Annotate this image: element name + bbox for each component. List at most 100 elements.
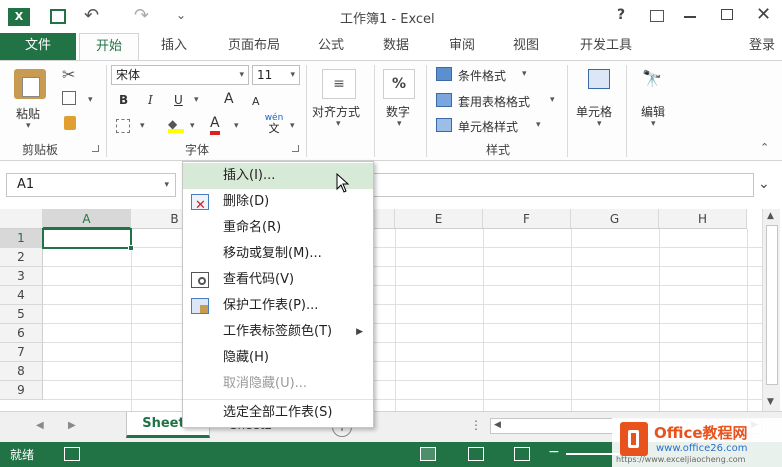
save-icon[interactable] [50, 9, 66, 24]
number-format-icon[interactable]: % [383, 69, 415, 99]
row-header[interactable]: 8 [0, 362, 43, 381]
copy-icon[interactable] [62, 91, 76, 105]
font-color-button[interactable]: A [210, 115, 220, 135]
paste-button[interactable]: 粘贴 [16, 105, 40, 122]
cells-button[interactable]: 单元格 [576, 103, 612, 120]
zoom-out-icon[interactable]: − [548, 444, 560, 460]
login-link[interactable]: 登录 [742, 33, 782, 60]
row-header[interactable]: 3 [0, 267, 43, 286]
format-painter-icon[interactable] [64, 116, 76, 130]
alignment-dropdown-icon[interactable]: ▾ [336, 119, 341, 129]
name-box-dropdown-icon[interactable]: ▾ [164, 174, 169, 196]
tab-review[interactable]: 审阅 [436, 33, 488, 60]
format-table-dropdown-icon[interactable]: ▾ [550, 95, 555, 105]
qat-customize-icon[interactable]: ⌄ [176, 8, 186, 22]
tab-home[interactable]: 开始 [79, 33, 139, 60]
tab-page-layout[interactable]: 页面布局 [214, 33, 294, 60]
sheet-next-icon[interactable]: ▶ [68, 420, 76, 431]
menu-item-select-all-sheets[interactable]: 选定全部工作表(S) [183, 399, 373, 425]
italic-button[interactable]: I [148, 93, 153, 107]
tab-view[interactable]: 视图 [500, 33, 552, 60]
menu-item-move-copy[interactable]: 移动或复制(M)... [183, 241, 373, 267]
border-dropdown-icon[interactable]: ▾ [140, 121, 145, 131]
tab-splitter-icon[interactable]: ⋮ [470, 418, 482, 432]
tab-formulas[interactable]: 公式 [305, 33, 357, 60]
scroll-thumb[interactable] [766, 225, 778, 385]
menu-item-hide[interactable]: 隐藏(H) [183, 345, 373, 371]
alignment-icon[interactable]: ≡ [322, 69, 356, 99]
row-header[interactable]: 9 [0, 381, 43, 400]
phonetic-dropdown-icon[interactable]: ▾ [290, 121, 295, 131]
editing-button[interactable]: 编辑 [641, 103, 665, 120]
underline-button[interactable]: U [174, 93, 183, 107]
clipboard-launcher-icon[interactable] [92, 145, 99, 152]
format-as-table-button[interactable]: 套用表格格式 [458, 93, 530, 110]
formula-input[interactable] [372, 173, 754, 197]
collapse-ribbon-icon[interactable]: ⌃ [760, 141, 769, 154]
binoculars-icon[interactable]: 🔭 [642, 69, 662, 88]
select-all-corner[interactable] [0, 209, 43, 229]
underline-dropdown-icon[interactable]: ▾ [194, 95, 199, 105]
font-shrink-button[interactable]: A [252, 95, 260, 108]
column-header[interactable]: H [659, 209, 747, 229]
fill-handle[interactable] [128, 245, 134, 251]
conditional-format-button[interactable]: 条件格式 [458, 67, 506, 84]
menu-item-protect-sheet[interactable]: 保护工作表(P)... [183, 293, 373, 319]
tab-developer[interactable]: 开发工具 [566, 33, 646, 60]
menu-item-rename[interactable]: 重命名(R) [183, 215, 373, 241]
column-header[interactable]: F [483, 209, 571, 229]
font-launcher-icon[interactable] [292, 145, 299, 152]
sheet-prev-icon[interactable]: ◀ [36, 420, 44, 431]
active-cell-a1[interactable] [42, 228, 132, 249]
tab-insert[interactable]: 插入 [148, 33, 200, 60]
tab-data[interactable]: 数据 [370, 33, 422, 60]
font-name-box[interactable]: 宋体 ▾ [111, 65, 249, 85]
maximize-icon[interactable] [721, 9, 733, 20]
font-grow-button[interactable]: A [224, 91, 234, 107]
row-header[interactable]: 1 [0, 229, 43, 248]
redo-icon[interactable]: ↷ [134, 5, 149, 26]
paste-dropdown-icon[interactable]: ▾ [26, 121, 31, 131]
number-button[interactable]: 数字 [386, 103, 410, 120]
row-header[interactable]: 4 [0, 286, 43, 305]
row-header[interactable]: 6 [0, 324, 43, 343]
conditional-dropdown-icon[interactable]: ▾ [522, 69, 527, 79]
bold-button[interactable]: B [119, 93, 128, 107]
copy-dropdown-icon[interactable]: ▾ [88, 95, 93, 105]
menu-item-view-code[interactable]: 查看代码(V) [183, 267, 373, 293]
cell-style-dropdown-icon[interactable]: ▾ [536, 120, 541, 130]
column-header[interactable]: G [571, 209, 659, 229]
fill-dropdown-icon[interactable]: ▾ [190, 121, 195, 131]
ribbon-display-icon[interactable] [650, 10, 664, 22]
worksheet-grid[interactable]: A B C D E F G H 1 2 3 4 5 6 7 8 9 [0, 209, 762, 411]
cell-styles-button[interactable]: 单元格样式 [458, 118, 518, 135]
column-header[interactable]: E [395, 209, 483, 229]
paste-icon[interactable] [14, 69, 46, 99]
tab-file[interactable]: 文件 [0, 33, 76, 60]
fill-color-icon[interactable]: ◆ [168, 117, 184, 133]
vertical-scrollbar[interactable]: ▲ ▼ [762, 209, 780, 411]
font-size-box[interactable]: 11 ▾ [252, 65, 300, 85]
cut-icon[interactable]: ✂ [62, 65, 75, 84]
editing-dropdown-icon[interactable]: ▾ [651, 119, 656, 129]
undo-icon[interactable]: ↶ [84, 5, 99, 26]
macro-record-icon[interactable] [64, 447, 80, 461]
minimize-icon[interactable] [684, 16, 696, 18]
help-button[interactable]: ? [617, 7, 625, 23]
font-color-dropdown-icon[interactable]: ▾ [234, 121, 239, 131]
name-box[interactable]: A1 ▾ [6, 173, 176, 197]
number-dropdown-icon[interactable]: ▾ [397, 119, 402, 129]
row-header[interactable]: 7 [0, 343, 43, 362]
phonetic-icon[interactable]: wén 文 [262, 113, 286, 135]
cells-icon[interactable] [588, 69, 610, 89]
normal-view-icon[interactable] [420, 447, 436, 461]
scroll-down-icon[interactable]: ▼ [767, 397, 774, 407]
page-layout-view-icon[interactable] [468, 447, 484, 461]
scroll-up-icon[interactable]: ▲ [767, 211, 774, 221]
column-header[interactable]: A [43, 209, 131, 229]
close-icon[interactable]: ✕ [756, 4, 771, 25]
expand-formula-icon[interactable]: ⌄ [758, 176, 770, 192]
menu-item-tab-color[interactable]: 工作表标签颜色(T) ▶ [183, 319, 373, 345]
alignment-button[interactable]: 对齐方式 [312, 103, 360, 120]
hscroll-left-icon[interactable]: ◀ [494, 420, 501, 430]
